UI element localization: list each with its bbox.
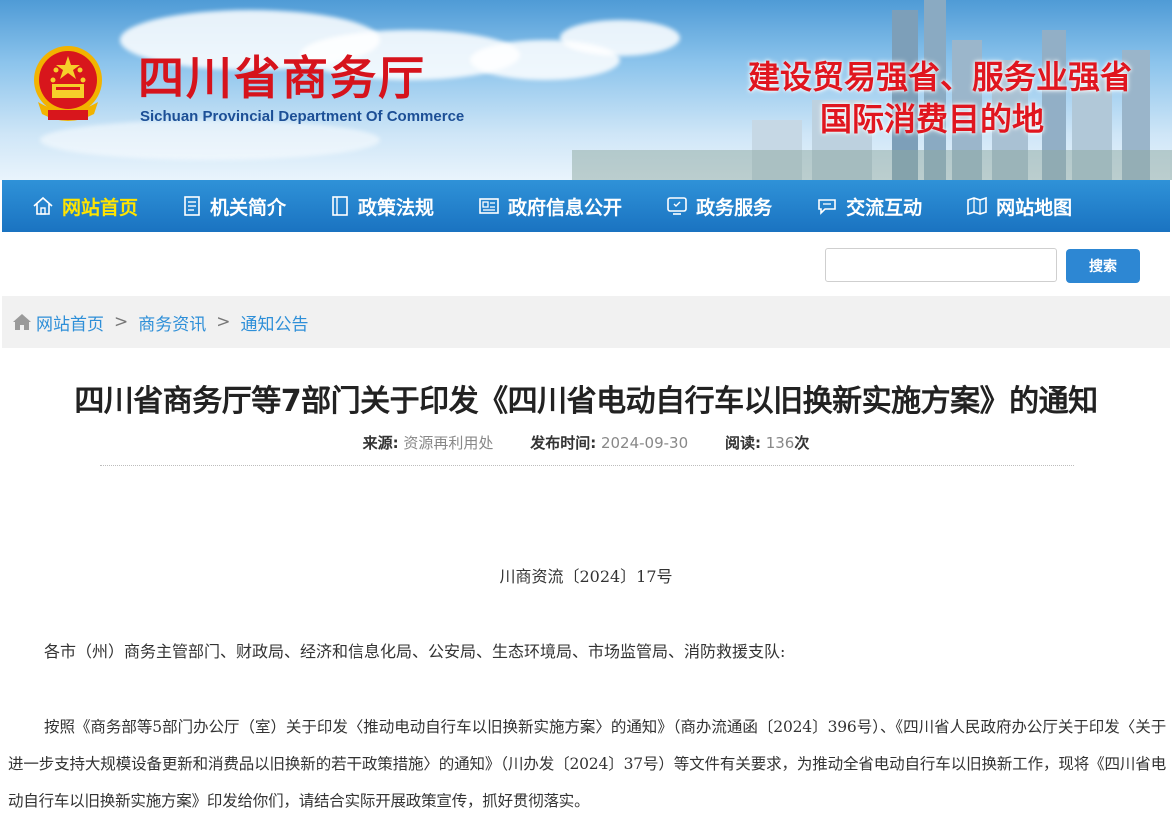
nav-item-label: 机关简介 [210,196,287,219]
book-icon [332,196,348,216]
nav-item-sitemap[interactable]: 网站地图 [936,180,1086,232]
breadcrumb-separator: > [114,312,129,332]
reads-label: 阅读: [724,434,761,452]
national-emblem-logo [34,46,102,121]
nav-item-label: 交流互动 [846,196,923,219]
search-button[interactable]: 搜索 [1066,249,1140,283]
nav-item-label: 网站首页 [62,196,139,219]
breadcrumb-separator: > [216,312,231,332]
nav-item-policy[interactable]: 政策法规 [300,180,448,232]
home-icon [33,196,53,215]
watermark-logo [1152,818,1164,822]
nav-item-label: 政务服务 [696,196,773,219]
map-icon [967,196,987,216]
source-label: 来源: [362,434,399,452]
document-icon [184,196,200,216]
source-value: 资源再利用处 [403,434,494,452]
search-input[interactable] [825,248,1057,282]
reads-unit: 次 [794,434,810,452]
nav-item-gov-info[interactable]: 政府信息公开 [448,180,636,232]
salutation: 各市（州）商务主管部门、财政局、经济和信息化局、公安局、生态环境局、市场监管局、… [44,642,786,661]
site-banner: 四川省商务厅 Sichuan Provincial Department Of … [0,0,1172,180]
nav-item-services[interactable]: 政务服务 [636,180,786,232]
breadcrumb-link-notices[interactable]: 通知公告 [241,310,309,335]
slogan-line-2: 国际消费目的地 [819,100,1044,138]
nav-item-about[interactable]: 机关简介 [152,180,300,232]
nav-item-label: 政策法规 [358,196,435,219]
breadcrumb-link-news[interactable]: 商务资讯 [138,310,206,335]
article-title: 四川省商务厅等7部门关于印发《四川省电动自行车以旧换新实施方案》的通知 [74,384,1098,419]
breadcrumb-link-home[interactable]: 网站首页 [36,310,104,335]
slogan-line-1: 建设贸易强省、服务业强省 [747,58,1132,96]
date-label: 发布时间: [530,434,597,452]
date-value: 2024-09-30 [600,434,689,452]
meta-divider [100,465,1074,466]
info-card-icon [479,198,499,214]
breadcrumb: 网站首页 > 商务资讯 > 通知公告 [2,296,1170,348]
article-meta: 来源: 资源再利用处 发布时间: 2024-09-30 阅读: 136次 [0,432,1172,453]
home-icon [13,314,31,330]
nav-item-home[interactable]: 网站首页 [2,180,152,232]
site-subtitle: Sichuan Provincial Department Of Commerc… [140,108,465,125]
nav-item-interaction[interactable]: 交流互动 [786,180,936,232]
site-title: 四川省商务厅 [138,51,426,105]
document-number: 川商资流〔2024〕17号 [499,567,673,586]
chat-icon [818,199,836,215]
nav-item-label: 政府信息公开 [508,196,623,219]
monitor-icon [667,197,687,215]
reads-count: 136 [765,434,795,452]
article-body: 按照《商务部等5部门办公厅（室）关于印发〈推动电动自行车以旧换新实施方案〉的通知… [8,718,1166,810]
main-nav: 网站首页 机关简介 政策法规 政府信息公开 政务服务 交流互动 网站地图 [2,180,1170,232]
nav-item-label: 网站地图 [996,196,1073,219]
